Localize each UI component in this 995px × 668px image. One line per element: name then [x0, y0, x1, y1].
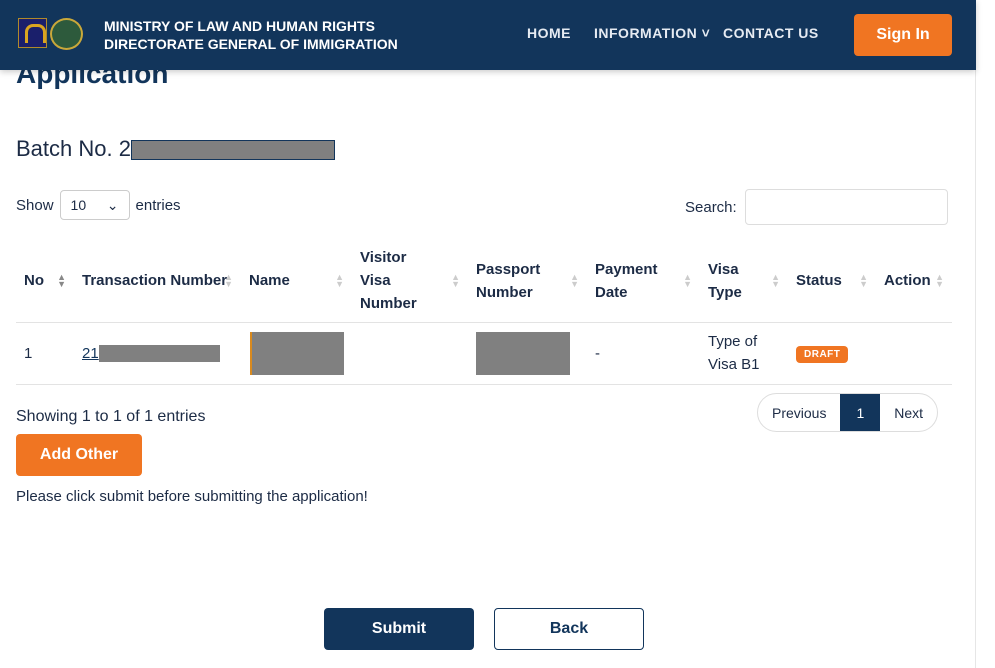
- add-other-button[interactable]: Add Other: [16, 434, 142, 476]
- back-button[interactable]: Back: [494, 608, 644, 650]
- cell-transaction: 21: [74, 322, 241, 385]
- batch-label: Batch No. 2: [16, 136, 131, 161]
- applications-table: No ▲ ▼ Transaction Number ▲ ▼ Name ▲ ▼ Visitor…: [16, 240, 952, 385]
- nav-home[interactable]: HOME: [527, 25, 571, 41]
- sign-in-button[interactable]: Sign In: [854, 14, 952, 56]
- pagination: Previous 1 Next: [757, 393, 939, 432]
- redacted-block: [98, 345, 220, 363]
- nav-information[interactable]: INFORMATION ˅: [594, 25, 710, 41]
- next-button[interactable]: Next: [880, 394, 937, 431]
- search: Search:: [685, 189, 948, 225]
- sort-icon: ▲ ▼: [57, 272, 66, 289]
- table-row: 1 21 - Type of Visa B1 DRAFT: [16, 322, 952, 385]
- navbar: MINISTRY OF LAW AND HUMAN RIGHTS DIRECTOR…: [0, 0, 976, 70]
- chevron-down-icon: ⌄: [106, 196, 119, 213]
- cell-visa-type: Type of Visa B1: [700, 322, 788, 385]
- submit-button[interactable]: Submit: [324, 608, 474, 650]
- ministry-logo: [18, 18, 47, 48]
- redacted-block: [476, 331, 570, 375]
- table-info: Showing 1 to 1 of 1 entries: [16, 408, 206, 425]
- cell-payment-date: -: [587, 322, 700, 385]
- header-label: No: [24, 272, 44, 290]
- entries-value: 10: [70, 197, 87, 213]
- sort-icon: ▲ ▼: [570, 272, 579, 289]
- header-label: Status: [796, 272, 842, 290]
- header-label: Visitor Visa Number: [360, 249, 417, 313]
- entries-select[interactable]: 10 ⌄: [59, 190, 130, 220]
- header-label: Action: [884, 272, 931, 290]
- nav-information-label: INFORMATION: [594, 25, 698, 41]
- col-name[interactable]: Name ▲ ▼: [241, 240, 352, 323]
- brand-line1: MINISTRY OF LAW AND HUMAN RIGHTS: [104, 18, 375, 34]
- col-transaction[interactable]: Transaction Number ▲ ▼: [74, 240, 241, 323]
- cell-status: DRAFT: [788, 322, 876, 385]
- col-passport[interactable]: Passport Number ▲ ▼: [468, 240, 587, 323]
- col-no[interactable]: No ▲ ▼: [16, 240, 74, 323]
- sort-icon: ▲ ▼: [935, 272, 944, 289]
- sort-icon: ▲ ▼: [859, 272, 868, 289]
- sort-icon: ▲ ▼: [224, 272, 233, 289]
- sort-icon: ▲ ▼: [335, 272, 344, 289]
- show-label: Show: [16, 196, 54, 214]
- cell-no: 1: [16, 322, 74, 385]
- transaction-link[interactable]: 21: [82, 345, 99, 362]
- col-payment-date[interactable]: Payment Date ▲ ▼: [587, 240, 700, 323]
- chevron-down-icon: ˅: [697, 25, 711, 41]
- col-visa-number[interactable]: Visitor Visa Number ▲ ▼: [352, 240, 468, 323]
- cell-passport: [468, 322, 587, 385]
- col-status[interactable]: Status ▲ ▼: [788, 240, 876, 323]
- entries-label: entries: [135, 196, 181, 214]
- immigration-logo: [50, 18, 83, 50]
- sort-icon: ▲ ▼: [451, 272, 460, 289]
- sort-icon: ▲ ▼: [771, 272, 780, 289]
- header-label: Name: [249, 272, 290, 290]
- col-action[interactable]: Action ▲ ▼: [876, 240, 952, 323]
- header-label: Payment Date: [595, 260, 658, 301]
- header-label: Visa Type: [708, 260, 742, 301]
- search-input[interactable]: [744, 189, 948, 225]
- redacted-block: [250, 331, 344, 375]
- nav-contact[interactable]: CONTACT US: [723, 25, 819, 41]
- cell-name: [241, 322, 352, 385]
- header-label: Passport Number: [476, 260, 541, 301]
- sort-icon: ▲ ▼: [683, 272, 692, 289]
- previous-button[interactable]: Previous: [758, 394, 840, 431]
- brand[interactable]: MINISTRY OF LAW AND HUMAN RIGHTS DIRECTOR…: [104, 17, 398, 53]
- header-label: Transaction Number: [82, 272, 228, 290]
- brand-line2: DIRECTORATE GENERAL OF IMMIGRATION: [104, 36, 398, 52]
- batch-number: Batch No. 2: [16, 136, 335, 162]
- entries-length: Show 10 ⌄ entries: [16, 190, 181, 220]
- submit-note: Please click submit before submitting th…: [16, 488, 368, 505]
- status-badge: DRAFT: [796, 345, 849, 363]
- search-label: Search:: [685, 198, 737, 216]
- page-1-button[interactable]: 1: [840, 394, 881, 431]
- redacted-block: [130, 140, 335, 161]
- col-visa-type[interactable]: Visa Type ▲ ▼: [700, 240, 788, 323]
- cell-action: [876, 322, 952, 385]
- cell-visa-number: [352, 322, 468, 385]
- page: MINISTRY OF LAW AND HUMAN RIGHTS DIRECTOR…: [0, 0, 976, 668]
